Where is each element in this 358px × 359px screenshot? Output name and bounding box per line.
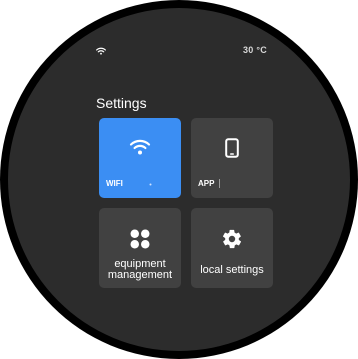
- page-title: Settings: [96, 95, 147, 111]
- tile-wifi-label: WIFI: [106, 179, 123, 188]
- tile-local-settings-label: local settings: [200, 264, 264, 276]
- tile-equipment-label-line2: management: [107, 269, 173, 281]
- smartphone-icon: [191, 138, 273, 160]
- tile-app-label: APP: [198, 179, 215, 188]
- stage: 30 °C Settings WIFI APP equipment manage…: [0, 0, 358, 359]
- gear-icon: [191, 228, 273, 250]
- round-screen: 30 °C Settings WIFI APP equipment manage…: [8, 8, 350, 351]
- wifi-icon: [99, 138, 181, 160]
- watch-bezel: 30 °C Settings WIFI APP equipment manage…: [0, 0, 358, 359]
- tile-wifi[interactable]: WIFI: [99, 118, 181, 198]
- tile-wifi-indicator: [149, 183, 152, 186]
- tile-local-settings[interactable]: local settings: [191, 208, 273, 288]
- temperature-readout: 30 °C: [243, 45, 268, 55]
- text-cursor: [219, 179, 220, 188]
- tile-equipment-management[interactable]: equipment management: [99, 208, 181, 288]
- wifi-status-icon: [96, 47, 106, 55]
- four-petal-icon: [99, 228, 181, 250]
- tile-equipment-label: equipment management: [99, 259, 181, 281]
- tile-app[interactable]: APP: [191, 118, 273, 198]
- status-bar: [8, 8, 350, 38]
